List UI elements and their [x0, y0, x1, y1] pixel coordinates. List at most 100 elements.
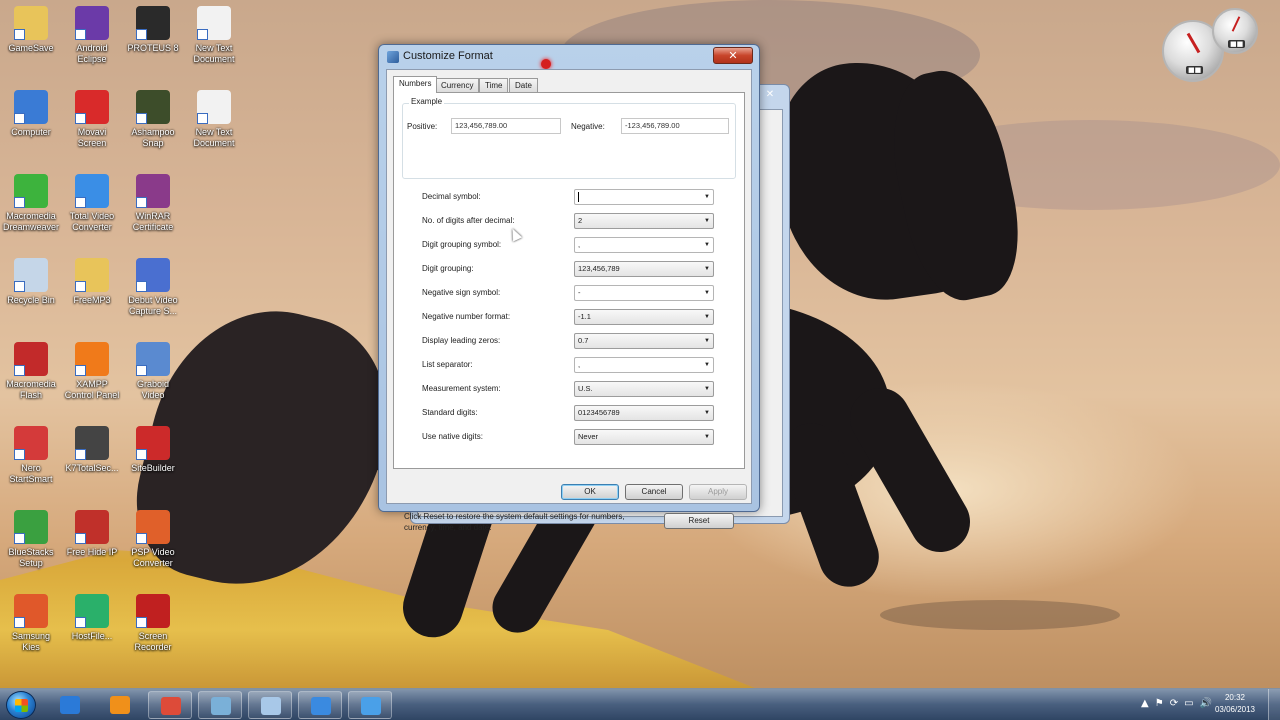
field-combo[interactable]: , ▼: [574, 357, 714, 373]
sitebuilder-icon: [136, 426, 170, 460]
show-desktop-button[interactable]: [1268, 689, 1280, 720]
field-combo[interactable]: , ▼: [574, 237, 714, 253]
desktop-icon-label: BlueStacks Setup: [8, 547, 54, 568]
clock-date: 03/06/2013: [1214, 705, 1256, 714]
tray-icon[interactable]: ▲: [1141, 698, 1149, 709]
desktop-icon[interactable]: Ashampoo Snap: [122, 90, 184, 149]
xampp-icon: [75, 342, 109, 376]
desktop-icon-label: Recycle Bin: [7, 295, 55, 305]
psp-converter-icon: [136, 510, 170, 544]
dialog-client: Numbers Currency Time Date Example Posit…: [386, 69, 752, 532]
desktop-icon[interactable]: XAMPP Control Panel: [61, 342, 123, 401]
chevron-down-icon: ▼: [704, 434, 710, 440]
desktop-icon[interactable]: Debut Video Capture S...: [122, 258, 184, 317]
hostfile-icon: [75, 594, 109, 628]
ok-button[interactable]: OK: [561, 484, 619, 500]
taskbar-app-button[interactable]: [98, 691, 142, 719]
desktop-icon[interactable]: Free Hide IP: [61, 510, 123, 558]
desktop-icon[interactable]: Macromedia Flash: [0, 342, 62, 401]
desktop-icon[interactable]: Graboid Video: [122, 342, 184, 401]
desktop-icon[interactable]: FreeMP3: [61, 258, 123, 306]
desktop-icon[interactable]: Android Eclipse: [61, 6, 123, 65]
clock[interactable]: 20:32 03/06/2013: [1210, 692, 1260, 716]
apply-button[interactable]: Apply: [689, 484, 747, 500]
desktop-icon-label: K7TotalSec...: [65, 463, 119, 473]
taskbar-app-button[interactable]: [48, 691, 92, 719]
desktop-icon[interactable]: New Text Document: [183, 90, 245, 149]
field-value: ,: [578, 240, 581, 249]
tab-currency[interactable]: Currency: [435, 78, 480, 92]
field-combo[interactable]: -1.1 ▼: [574, 309, 714, 325]
chevron-down-icon: ▼: [704, 386, 710, 392]
control-panel-icon: [361, 697, 381, 715]
taskbar-app-button[interactable]: [148, 691, 192, 719]
desktop-icon-label: HostFile...: [71, 631, 113, 641]
desktop-icon[interactable]: New Text Document: [183, 6, 245, 65]
desktop-icon[interactable]: PROTEUS 8: [122, 6, 184, 54]
tab-date[interactable]: Date: [509, 78, 538, 92]
chevron-down-icon: ▼: [704, 242, 710, 248]
desktop-icon[interactable]: BlueStacks Setup: [0, 510, 62, 569]
field-label: Display leading zeros:: [422, 336, 501, 345]
field-combo[interactable]: 0.7 ▼: [574, 333, 714, 349]
taskbar-app-button[interactable]: [198, 691, 242, 719]
example-group: Example Positive: 123,456,789.00 Negativ…: [402, 97, 736, 179]
tab-numbers[interactable]: Numbers: [393, 76, 438, 93]
close-icon[interactable]: ✕: [759, 89, 781, 103]
desktop-icon[interactable]: Recycle Bin: [0, 258, 62, 306]
desktop-icon[interactable]: WinRAR Certificate: [122, 174, 184, 233]
taskbar-app-button[interactable]: [348, 691, 392, 719]
taskbar-app-button[interactable]: [298, 691, 342, 719]
field-combo[interactable]: 123,456,789 ▼: [574, 261, 714, 277]
tab-time[interactable]: Time: [479, 78, 509, 92]
desktop-icon[interactable]: Movavi Screen: [61, 90, 123, 149]
desktop-icon[interactable]: Total Video Converter: [61, 174, 123, 233]
desktop-icon[interactable]: HostFile...: [61, 594, 123, 642]
field-label: Decimal symbol:: [422, 192, 481, 201]
desktop-icon[interactable]: K7TotalSec...: [61, 426, 123, 474]
desktop-icon[interactable]: Macromedia Dreamweaver: [0, 174, 62, 233]
field-combo[interactable]: - ▼: [574, 285, 714, 301]
desktop-icon-label: Android Eclipse: [76, 43, 108, 64]
desktop-icon[interactable]: PSP Video Converter: [122, 510, 184, 569]
cancel-button[interactable]: Cancel: [625, 484, 683, 500]
desktop-icon-label: New Text Document: [193, 127, 235, 148]
graboid-icon: [136, 342, 170, 376]
field-value: Never: [578, 432, 599, 441]
field-combo[interactable]: ▼: [574, 189, 714, 205]
field-combo[interactable]: 2 ▼: [574, 213, 714, 229]
dialog-titlebar[interactable]: Customize Format ✕: [379, 45, 759, 69]
memory-meter-gadget[interactable]: ■■: [1212, 8, 1258, 54]
desktop-icon-label: WinRAR Certificate: [132, 211, 174, 232]
field-combo[interactable]: U.S. ▼: [574, 381, 714, 397]
video-converter-icon: [75, 174, 109, 208]
settings-icon: [387, 51, 399, 63]
desktop-icon-label: Debut Video Capture S...: [128, 295, 178, 316]
desktop-icon[interactable]: Nero StartSmart: [0, 426, 62, 485]
windows-logo-icon: [15, 699, 28, 712]
folder-icon: [75, 258, 109, 292]
tray-icon[interactable]: ▭: [1184, 698, 1193, 709]
memory-readout: ■■: [1228, 40, 1246, 48]
desktop-icon[interactable]: Samsung Kies: [0, 594, 62, 653]
text-caret: [578, 192, 579, 203]
close-button[interactable]: ✕: [713, 47, 753, 64]
desktop-icon[interactable]: GameSave: [0, 6, 62, 54]
field-combo[interactable]: Never ▼: [574, 429, 714, 445]
field-combo[interactable]: 0123456789 ▼: [574, 405, 714, 421]
start-button[interactable]: [6, 691, 36, 719]
film-icon: [136, 90, 170, 124]
desktop-icon-label: Screen Recorder: [134, 631, 172, 652]
field-value: 2: [578, 216, 583, 225]
desktop-icon[interactable]: Screen Recorder: [122, 594, 184, 653]
clock-time: 20:32: [1224, 693, 1246, 702]
reset-button[interactable]: Reset: [664, 513, 734, 529]
taskbar-app-button[interactable]: [248, 691, 292, 719]
tray-icon[interactable]: ⟳: [1170, 698, 1178, 709]
customize-format-dialog[interactable]: Customize Format ✕ Numbers Currency Time…: [378, 44, 760, 532]
recycle-bin-icon: [14, 258, 48, 292]
desktop-icon[interactable]: SiteBuilder: [122, 426, 184, 474]
tray-icon[interactable]: ⚑: [1155, 698, 1164, 709]
desktop-icon[interactable]: Computer: [0, 90, 62, 138]
taskbar: ▲ ⚑ ⟳ ▭ 🔊 20:32 03/06/2013: [0, 688, 1280, 720]
